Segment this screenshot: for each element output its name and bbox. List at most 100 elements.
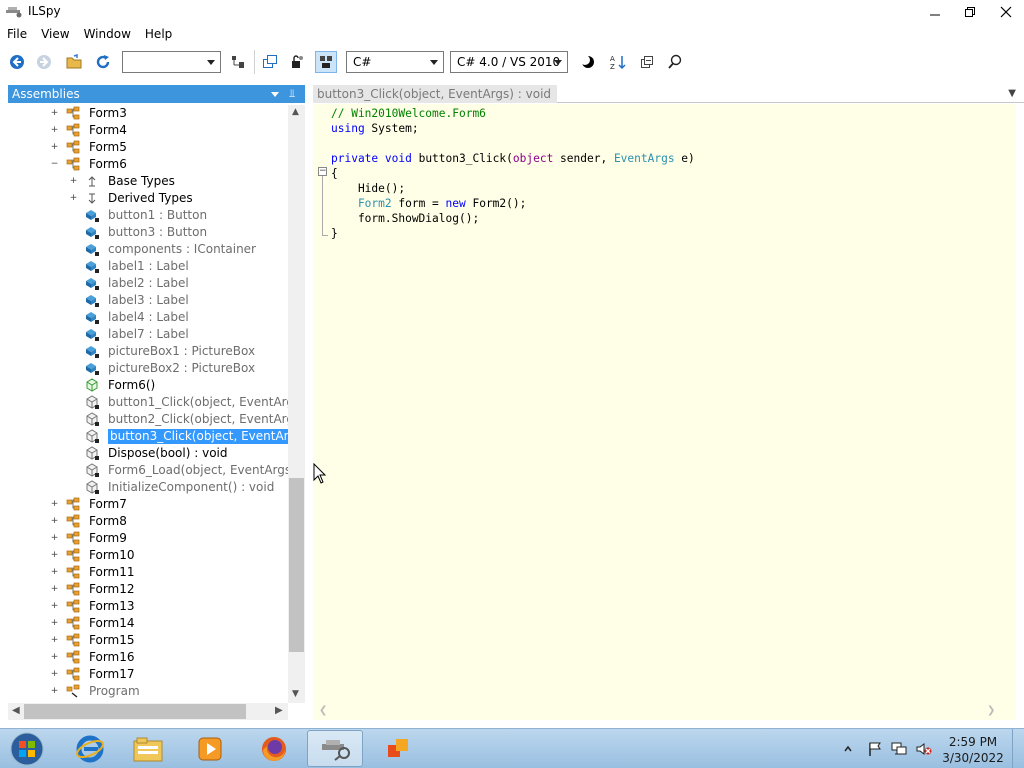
theme-toggle-icon[interactable] [578, 52, 598, 72]
show-internal-icon[interactable] [287, 52, 307, 72]
office-app-icon[interactable] [370, 730, 426, 767]
tree-node[interactable]: Form6() [8, 377, 289, 394]
tree-node[interactable]: button3_Click(object, EventArgs) : [8, 428, 289, 445]
expand-toggle-icon[interactable]: + [69, 177, 78, 186]
expand-toggle-icon[interactable]: + [50, 143, 59, 152]
open-folder-icon[interactable] [65, 52, 85, 72]
tree-node[interactable]: + Form13 [8, 598, 289, 615]
tree-node[interactable]: + Form3 [8, 105, 289, 122]
panel-menu-icon[interactable] [271, 92, 279, 97]
tree-node[interactable]: + Form11 [8, 564, 289, 581]
expand-toggle-icon[interactable]: + [50, 517, 59, 526]
menu-file[interactable]: File [0, 24, 34, 46]
tree-node[interactable]: + Form8 [8, 513, 289, 530]
menu-window[interactable]: Window [77, 24, 138, 46]
expand-toggle-icon[interactable]: + [50, 568, 59, 577]
tree-node[interactable]: − Form6 [8, 156, 289, 173]
reload-icon[interactable] [93, 52, 113, 72]
expand-toggle-icon[interactable]: + [50, 619, 59, 628]
tree-node[interactable]: + Form14 [8, 615, 289, 632]
tree-node[interactable]: Dispose(bool) : void [8, 445, 289, 462]
tree-node[interactable]: + Form4 [8, 122, 289, 139]
show-hidden-icons-chevron-icon[interactable] [843, 743, 859, 757]
tree-node[interactable]: InitializeComponent() : void [8, 479, 289, 496]
expand-toggle-icon[interactable]: + [50, 602, 59, 611]
expand-toggle-icon[interactable]: + [50, 109, 59, 118]
expand-toggle-icon[interactable]: + [50, 670, 59, 679]
code-editor[interactable]: − // Win2010Welcome.Form6 using System; … [313, 104, 1016, 703]
ilspy-taskbar-button[interactable] [307, 730, 363, 767]
language-version-combo[interactable]: C# 4.0 / VS 2010 [450, 51, 568, 73]
tree-node[interactable]: label2 : Label [8, 275, 289, 292]
tree-node[interactable]: + Base Types [8, 173, 289, 190]
firefox-icon[interactable] [246, 730, 302, 767]
taskbar-clock[interactable]: 2:59 PM 3/30/2022 [940, 734, 1006, 766]
tree-node[interactable]: label4 : Label [8, 309, 289, 326]
sort-icon[interactable]: AZ [609, 52, 629, 72]
scrollbar-thumb[interactable] [289, 478, 304, 652]
scroll-right-icon[interactable]: ▶ [275, 705, 283, 716]
language-combo[interactable]: C# [346, 51, 444, 73]
file-explorer-icon[interactable] [120, 730, 176, 767]
editor-vertical-scrollbar[interactable] [1016, 104, 1024, 720]
tree-node[interactable]: button1_Click(object, EventArgs) : [8, 394, 289, 411]
search-icon[interactable] [665, 52, 685, 72]
tree-node[interactable]: + Form10 [8, 547, 289, 564]
tree-node[interactable]: Form6_Load(object, EventArgs) : v [8, 462, 289, 479]
expand-toggle-icon[interactable]: + [50, 500, 59, 509]
tree-node[interactable]: + Form5 [8, 139, 289, 156]
scroll-left-icon[interactable]: ❮ [319, 705, 327, 716]
minimize-button[interactable] [917, 0, 953, 24]
tree-node[interactable]: button1 : Button [8, 207, 289, 224]
show-desktop-button[interactable] [1012, 729, 1024, 768]
tree-node[interactable]: + Derived Types [8, 190, 289, 207]
editor-horizontal-scrollbar[interactable]: ❮ ❯ [313, 703, 1016, 720]
scroll-down-icon[interactable]: ▼ [292, 689, 299, 699]
forward-icon[interactable] [34, 52, 54, 72]
action-center-flag-icon[interactable] [867, 742, 883, 756]
tree-node[interactable]: pictureBox2 : PictureBox [8, 360, 289, 377]
start-button[interactable] [2, 729, 52, 768]
tree-node[interactable]: + Form12 [8, 581, 289, 598]
expand-toggle-icon[interactable]: + [50, 636, 59, 645]
expand-toggle-icon[interactable]: + [69, 194, 78, 203]
scroll-right-icon[interactable]: ❯ [987, 705, 995, 716]
collapse-toggle-icon[interactable]: − [50, 160, 59, 169]
tree-node[interactable]: + Form9 [8, 530, 289, 547]
tree-node[interactable]: + Form16 [8, 649, 289, 666]
collapse-all-icon[interactable] [637, 52, 657, 72]
tree-node[interactable]: + Form17 [8, 666, 289, 683]
expand-toggle-icon[interactable]: + [50, 551, 59, 560]
new-window-icon[interactable] [260, 52, 280, 72]
expand-toggle-icon[interactable]: + [50, 126, 59, 135]
tree-node[interactable]: components : IContainer [8, 241, 289, 258]
tree-node[interactable]: + Form15 [8, 632, 289, 649]
internet-explorer-icon[interactable] [62, 730, 118, 767]
tree-horizontal-scrollbar[interactable]: ◀ ▶ [8, 703, 288, 720]
scroll-left-icon[interactable]: ◀ [12, 705, 20, 716]
assembly-tree[interactable]: + Form3 + Form4 + Form5 − Form6 + Base Types + Deri… [8, 105, 289, 703]
assembly-list-combo[interactable] [122, 51, 221, 73]
scroll-up-icon[interactable]: ▲ [292, 107, 299, 117]
expand-toggle-icon[interactable]: + [50, 653, 59, 662]
expand-toggle-icon[interactable]: + [50, 534, 59, 543]
tree-node[interactable]: button2_Click(object, EventArgs) : [8, 411, 289, 428]
menu-view[interactable]: View [34, 24, 76, 46]
menu-help[interactable]: Help [138, 24, 179, 46]
panel-splitter[interactable] [305, 85, 313, 721]
tree-node[interactable]: + Program [8, 683, 289, 700]
expand-toggle-icon[interactable]: + [50, 687, 59, 696]
fold-toggle-icon[interactable]: − [318, 167, 327, 176]
volume-muted-icon[interactable] [915, 742, 932, 756]
show-all-members-icon[interactable] [315, 51, 337, 73]
pin-icon[interactable]: ⫫ [289, 87, 295, 101]
tree-node[interactable]: + Form7 [8, 496, 289, 513]
tree-vertical-scrollbar[interactable]: ▲ ▼ [288, 105, 305, 703]
scrollbar-thumb[interactable] [24, 704, 246, 719]
tree-node[interactable]: label3 : Label [8, 292, 289, 309]
tab-list-icon[interactable]: ▼ [1008, 88, 1016, 99]
network-icon[interactable] [891, 742, 907, 756]
tree-node[interactable]: pictureBox1 : PictureBox [8, 343, 289, 360]
document-tab[interactable]: button3_Click(object, EventArgs) : void [313, 85, 558, 103]
restore-button[interactable] [952, 0, 988, 24]
